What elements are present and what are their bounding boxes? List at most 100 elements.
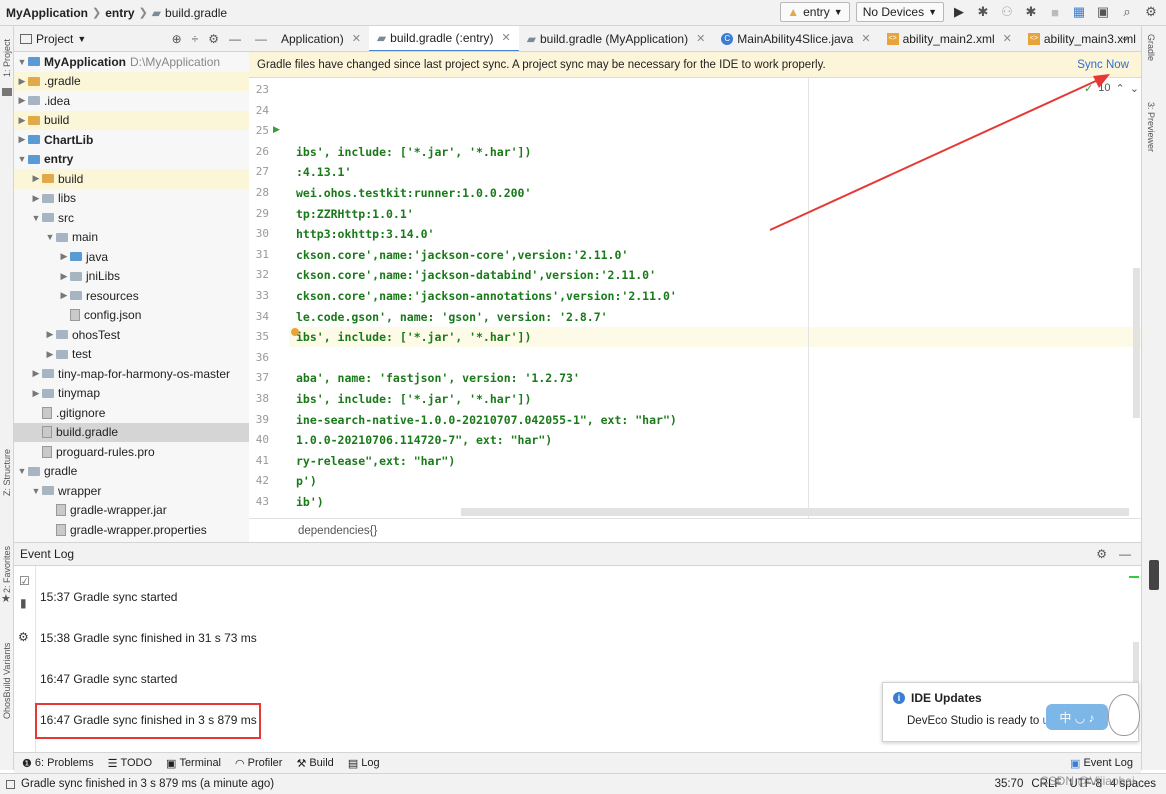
code-breadcrumb-item[interactable]: dependencies{} <box>298 525 377 537</box>
code-line[interactable]: ckson.core',name:'jackson-annotations',v… <box>296 289 677 303</box>
cursor-position[interactable]: 35:70 <box>995 778 1024 790</box>
close-icon[interactable]: ✕ <box>696 32 705 45</box>
code-line[interactable]: tp:ZZRHttp:1.0.1' <box>296 207 414 221</box>
close-icon[interactable]: ✕ <box>861 32 870 45</box>
device-select[interactable]: No Devices ▼ <box>855 2 944 22</box>
chevron-right-icon[interactable]: ▶ <box>30 368 42 379</box>
build-tool-button[interactable]: ⚒ Build <box>296 757 333 770</box>
tree-item[interactable]: ▶ test <box>14 345 249 365</box>
locate-icon[interactable]: ⊕ <box>172 32 182 46</box>
tree-item[interactable]: ▶ resources <box>14 286 249 306</box>
chevron-down-icon[interactable]: ▼ <box>16 57 28 67</box>
collapse-icon[interactable]: ÷ <box>192 32 199 46</box>
tree-item[interactable]: ▼ MyApplication D:\MyApplication <box>14 52 249 72</box>
project-structure-icon[interactable]: ▦ <box>1070 3 1088 21</box>
breadcrumb-file[interactable]: build.gradle <box>165 6 227 20</box>
previewer-tool-tab[interactable]: 3: Previewer <box>1146 102 1156 152</box>
close-icon[interactable]: ✕ <box>352 32 361 45</box>
chevron-down-icon[interactable]: ▼ <box>77 34 86 44</box>
status-message[interactable]: Gradle sync finished in 3 s 879 ms (a mi… <box>21 778 274 790</box>
tree-item[interactable]: ▼ wrapper <box>14 481 249 501</box>
editor-tab[interactable]: C MainAbility4Slice.java ✕ <box>713 26 878 51</box>
tree-item[interactable]: ▶ tinymap <box>14 384 249 404</box>
build-variants-tool-tab[interactable]: OhosBuild Variants <box>0 626 14 736</box>
minimize-icon[interactable]: — <box>229 32 241 46</box>
tree-item[interactable]: ▶ java <box>14 247 249 267</box>
code-line[interactable]: le.code.gson', name: 'gson', version: '2… <box>296 310 608 324</box>
tree-item[interactable]: ▼ gradle <box>14 462 249 482</box>
chevron-right-icon[interactable]: ▶ <box>44 329 56 340</box>
close-icon[interactable]: ✕ <box>502 31 511 44</box>
layout-icon[interactable]: ▣ <box>1094 3 1112 21</box>
tree-item[interactable]: ▼ entry <box>14 150 249 170</box>
editor-tab[interactable]: ▰ build.gradle (:entry) ✕ <box>368 26 519 51</box>
code-line[interactable]: ib') <box>296 495 324 509</box>
editor-tab[interactable]: ▰ build.gradle (MyApplication) ✕ <box>519 26 714 51</box>
search-icon[interactable]: ⌕ <box>1118 3 1136 21</box>
inspection-widget[interactable]: ✓ 10 ⌃ ⌄ <box>1084 82 1139 95</box>
code-line[interactable]: p') <box>296 474 317 488</box>
code-line[interactable]: ckson.core',name:'jackson-databind',vers… <box>296 268 656 282</box>
tree-item[interactable]: .gitignore <box>14 403 249 423</box>
code-line[interactable]: :4.13.1' <box>296 165 351 179</box>
debug-icon[interactable]: ✱ <box>974 3 992 21</box>
chevron-right-icon[interactable]: ▶ <box>58 251 70 262</box>
chevron-right-icon[interactable]: ▶ <box>30 388 42 399</box>
tree-item[interactable]: build.gradle <box>14 422 249 442</box>
chevron-down-icon[interactable]: ▼ <box>16 154 28 164</box>
code-line[interactable]: ine-search-native-1.0.0-20210707.042055-… <box>296 413 677 427</box>
code-line[interactable]: wei.ohos.testkit:runner:1.0.0.200' <box>296 186 531 200</box>
code-line[interactable]: ry-release",ext: "har") <box>296 454 455 468</box>
trash-icon[interactable]: ▮ <box>20 596 27 610</box>
profile-icon[interactable]: ✱ <box>1022 3 1040 21</box>
sync-now-link[interactable]: Sync Now <box>1077 59 1129 71</box>
tree-item[interactable]: ▼ main <box>14 228 249 248</box>
chevron-right-icon[interactable]: ▶ <box>16 95 28 106</box>
code-line[interactable]: ibs', include: ['*.jar', '*.har']) <box>296 392 531 406</box>
code-line[interactable]: 1.0.0-20210706.114720-7", ext: "har") <box>296 433 552 447</box>
profiler-tool-button[interactable]: ◠ Profiler <box>235 757 282 770</box>
mark-read-icon[interactable]: ☑ <box>19 574 30 588</box>
chevron-right-icon[interactable]: ▶ <box>16 134 28 145</box>
tree-item[interactable]: ▶ ohosTest <box>14 325 249 345</box>
settings-icon[interactable]: ⚙ <box>1142 3 1160 21</box>
project-view-select[interactable]: Project <box>36 32 73 46</box>
chevron-down-icon[interactable]: ⌄ <box>1130 82 1139 95</box>
breadcrumb-module[interactable]: entry <box>105 6 134 20</box>
run-config-select[interactable]: ▲ entry ▼ <box>780 2 850 22</box>
run-icon[interactable]: ▶ <box>950 3 968 21</box>
chevron-down-icon[interactable]: ▼ <box>30 486 42 496</box>
code-line[interactable]: http3:okhttp:3.14.0' <box>296 227 434 241</box>
vertical-scrollbar[interactable] <box>1133 268 1140 418</box>
horizontal-scrollbar[interactable] <box>461 508 1129 516</box>
event-log-tool-button[interactable]: ▣ Event Log <box>1070 757 1141 770</box>
chevron-right-icon[interactable]: ▶ <box>44 349 56 360</box>
tree-item[interactable]: ▶ .idea <box>14 91 249 111</box>
chevron-right-icon[interactable]: ▶ <box>16 115 28 126</box>
chevron-down-icon[interactable]: ▼ <box>16 466 28 476</box>
log-tool-button[interactable]: ▤ Log <box>348 757 380 770</box>
minimize-icon[interactable]: — <box>249 32 273 46</box>
tree-item[interactable]: ▼ src <box>14 208 249 228</box>
chevron-up-icon[interactable]: ⌃ <box>1115 82 1124 95</box>
tab-list-chevron-icon[interactable]: ⌄ <box>1120 30 1130 44</box>
chevron-down-icon[interactable]: ▼ <box>44 232 56 242</box>
code-line[interactable]: ibs', include: ['*.jar', '*.har']) <box>296 145 531 159</box>
tree-item[interactable]: ▶ libs <box>14 189 249 209</box>
gear-icon[interactable]: ⚙ <box>1096 547 1107 561</box>
chevron-right-icon[interactable]: ▶ <box>58 290 70 301</box>
terminal-tool-button[interactable]: ▣ Terminal <box>166 757 221 770</box>
code-line[interactable]: ckson.core',name:'jackson-core',version:… <box>296 248 628 262</box>
attach-debugger-icon[interactable]: ⚇ <box>998 3 1016 21</box>
tree-item[interactable]: ▶ jniLibs <box>14 267 249 287</box>
editor-tab[interactable]: <> ability_main2.xml ✕ <box>879 26 1020 51</box>
structure-tool-tab[interactable]: Z: Structure <box>0 436 14 508</box>
chevron-right-icon[interactable]: ▶ <box>16 76 28 87</box>
stop-icon[interactable]: ■ <box>1046 3 1064 21</box>
tree-item[interactable]: ▶ .gradle <box>14 71 249 91</box>
project-tool-tab[interactable]: 1: Project <box>0 28 14 88</box>
tree-item[interactable]: proguard-rules.pro <box>14 442 249 462</box>
log-scrollbar[interactable] <box>1133 642 1139 682</box>
chevron-right-icon[interactable]: ▶ <box>30 193 42 204</box>
tree-item[interactable]: ▶ ChartLib <box>14 130 249 150</box>
